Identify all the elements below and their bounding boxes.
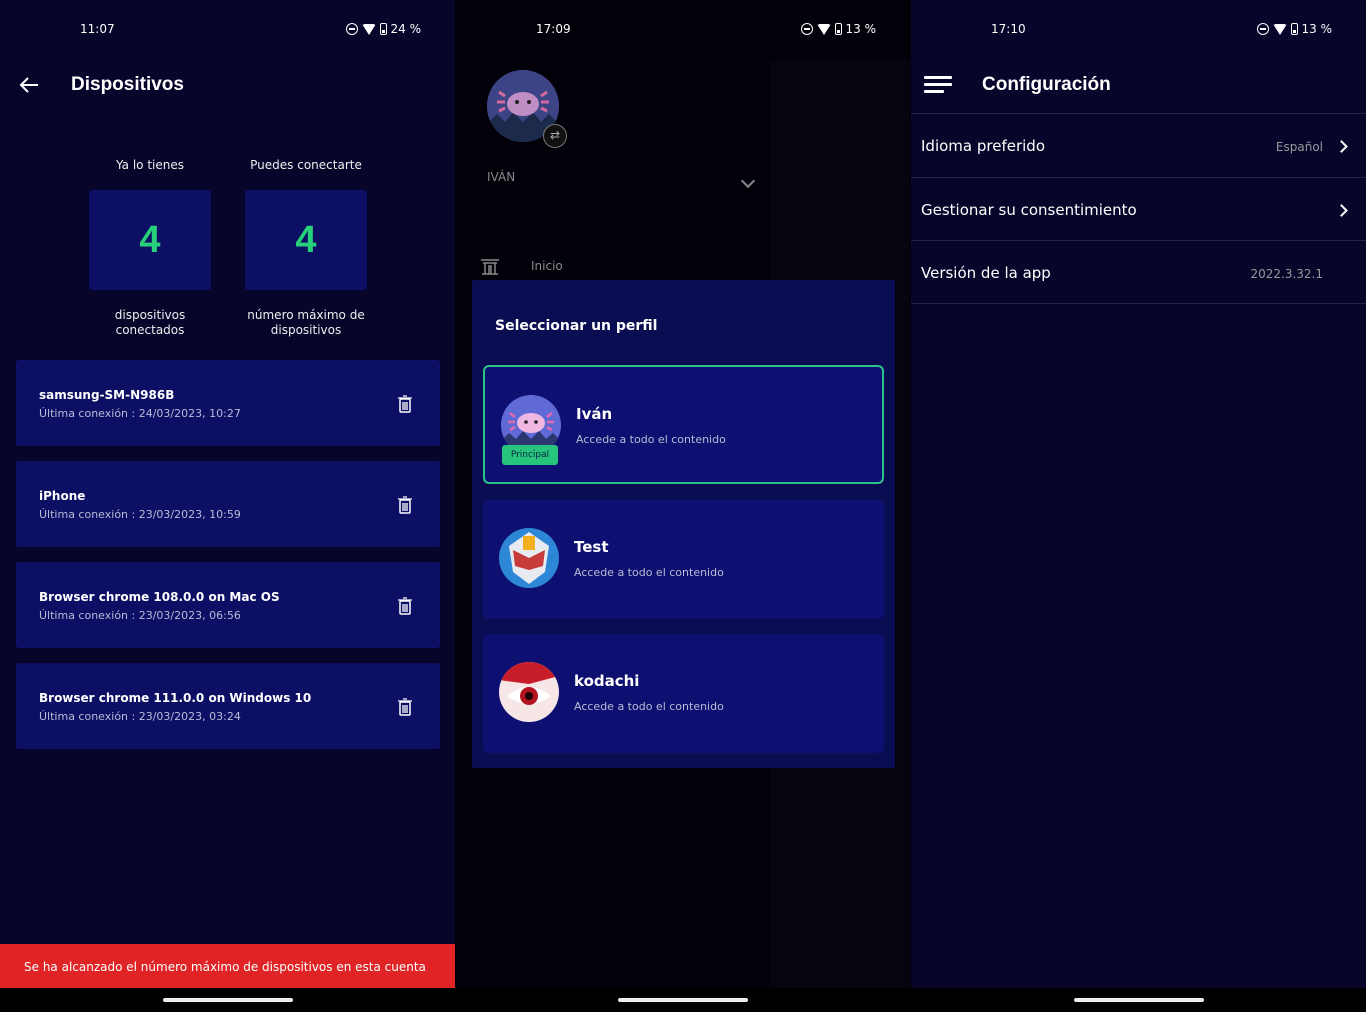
page-title: Dispositivos <box>71 74 184 95</box>
wifi-icon <box>1272 23 1287 35</box>
status-bar: 17:09 13 % <box>456 20 910 40</box>
max-devices-banner: Se ha alcanzado el número máximo de disp… <box>0 944 455 988</box>
stat-desc-line: dispositivos <box>270 323 342 337</box>
device-name: Browser chrome 108.0.0 on Mac OS <box>39 590 280 604</box>
device-name: iPhone <box>39 489 86 503</box>
setting-label: Gestionar su consentimiento <box>921 201 1137 219</box>
anime-eye-avatar-icon <box>499 662 559 722</box>
status-bar: 11:07 24 % <box>0 20 455 40</box>
profile-card-test[interactable]: Test Accede a todo el contenido <box>483 500 884 619</box>
nav-bar <box>911 988 1366 1012</box>
battery-percent: 13 % <box>845 22 877 36</box>
stat-owned: Ya lo tienes 4 dispositivos conectados <box>70 158 230 338</box>
menu-icon[interactable] <box>924 76 952 94</box>
profile-name: Iván <box>576 405 613 423</box>
dnd-icon <box>1256 23 1269 35</box>
profile-desc: Accede a todo el contenido <box>574 700 724 713</box>
battery-icon <box>379 23 387 35</box>
stat-caption: Ya lo tienes <box>116 158 184 172</box>
nav-bar <box>456 988 910 1012</box>
device-last-connection: Última conexión : 23/03/2023, 03:24 <box>39 710 241 723</box>
nav-bar <box>0 988 455 1012</box>
setting-consent[interactable]: Gestionar su consentimiento <box>911 177 1366 241</box>
device-card: iPhone Última conexión : 23/03/2023, 10:… <box>16 461 440 547</box>
device-name: Browser chrome 111.0.0 on Windows 10 <box>39 691 312 705</box>
wifi-icon <box>361 23 376 35</box>
select-profile-dialog: Seleccionar un perfil Principal Iván Acc… <box>472 280 895 768</box>
profile-name: Test <box>574 538 609 556</box>
setting-value: Español <box>1275 140 1323 154</box>
profile-desc: Accede a todo el contenido <box>576 433 726 446</box>
battery-percent: 13 % <box>1301 22 1333 36</box>
device-name: samsung-SM-N986B <box>39 388 175 402</box>
chevron-down-icon[interactable] <box>740 173 756 189</box>
setting-value: 2022.3.32.1 <box>1250 267 1323 281</box>
profile-card-ivan[interactable]: Principal Iván Accede a todo el contenid… <box>483 365 884 484</box>
trash-icon[interactable] <box>398 597 412 615</box>
device-last-connection: Última conexión : 24/03/2023, 10:27 <box>39 407 241 420</box>
device-card: samsung-SM-N986B Última conexión : 24/03… <box>16 360 440 446</box>
device-card: Browser chrome 111.0.0 on Windows 10 Últ… <box>16 663 440 749</box>
device-last-connection: Última conexión : 23/03/2023, 06:56 <box>39 609 241 622</box>
divider <box>911 303 1366 304</box>
trash-icon[interactable] <box>398 395 412 413</box>
setting-label: Idioma preferido <box>921 137 1045 155</box>
setting-label: Versión de la app <box>921 264 1051 282</box>
chevron-right-icon <box>1335 140 1348 153</box>
battery-icon <box>834 23 842 35</box>
device-last-connection: Última conexión : 23/03/2023, 10:59 <box>39 508 241 521</box>
trash-icon[interactable] <box>398 698 412 716</box>
robot-avatar-icon <box>499 528 559 588</box>
trash-icon[interactable] <box>398 496 412 514</box>
stat-max: Puedes conectarte 4 número máximo de dis… <box>226 158 386 338</box>
dialog-title: Seleccionar un perfil <box>495 318 658 334</box>
profile-select-screen: 17:09 13 % ⇄ IVÁN Inicio Seleccionar un … <box>456 0 910 1012</box>
dnd-icon <box>800 23 813 35</box>
status-time: 17:09 <box>536 22 571 36</box>
stat-value: 4 <box>89 190 211 290</box>
battery-icon <box>1290 23 1298 35</box>
battery-percent: 24 % <box>390 22 422 36</box>
avatar <box>499 662 559 722</box>
avatar <box>499 528 559 588</box>
stat-value: 4 <box>245 190 367 290</box>
drawer-item-home[interactable]: Inicio <box>531 259 563 273</box>
profile-name: kodachi <box>574 672 640 690</box>
setting-app-version: Versión de la app 2022.3.32.1 <box>911 240 1366 304</box>
status-time: 17:10 <box>991 22 1026 36</box>
devices-screen: 11:07 24 % Dispositivos Ya lo tienes 4 d… <box>0 0 455 1012</box>
setting-language[interactable]: Idioma preferido Español <box>911 113 1366 177</box>
profile-card-kodachi[interactable]: kodachi Accede a todo el contenido <box>483 634 884 753</box>
drawer-username: IVÁN <box>487 170 516 184</box>
profile-desc: Accede a todo el contenido <box>574 566 724 579</box>
stat-desc-line: número máximo de <box>247 308 365 322</box>
home-indicator[interactable] <box>618 998 748 1002</box>
stat-desc-line: conectados <box>115 323 185 337</box>
status-time: 11:07 <box>80 22 115 36</box>
switch-profile-icon[interactable]: ⇄ <box>543 124 567 148</box>
dnd-icon <box>345 23 358 35</box>
temple-home-icon <box>481 259 499 275</box>
home-indicator[interactable] <box>1073 998 1204 1002</box>
stat-caption: Puedes conectarte <box>250 158 362 172</box>
status-bar: 17:10 13 % <box>911 20 1366 40</box>
wifi-icon <box>816 23 831 35</box>
settings-screen: 17:10 13 % Configuración Idioma preferid… <box>911 0 1366 1012</box>
principal-badge: Principal <box>502 445 558 465</box>
stat-desc-line: dispositivos <box>114 308 186 322</box>
home-indicator[interactable] <box>162 998 293 1002</box>
chevron-right-icon <box>1335 204 1348 217</box>
page-title: Configuración <box>982 74 1111 95</box>
device-card: Browser chrome 108.0.0 on Mac OS Última … <box>16 562 440 648</box>
back-arrow-icon[interactable] <box>18 74 40 96</box>
